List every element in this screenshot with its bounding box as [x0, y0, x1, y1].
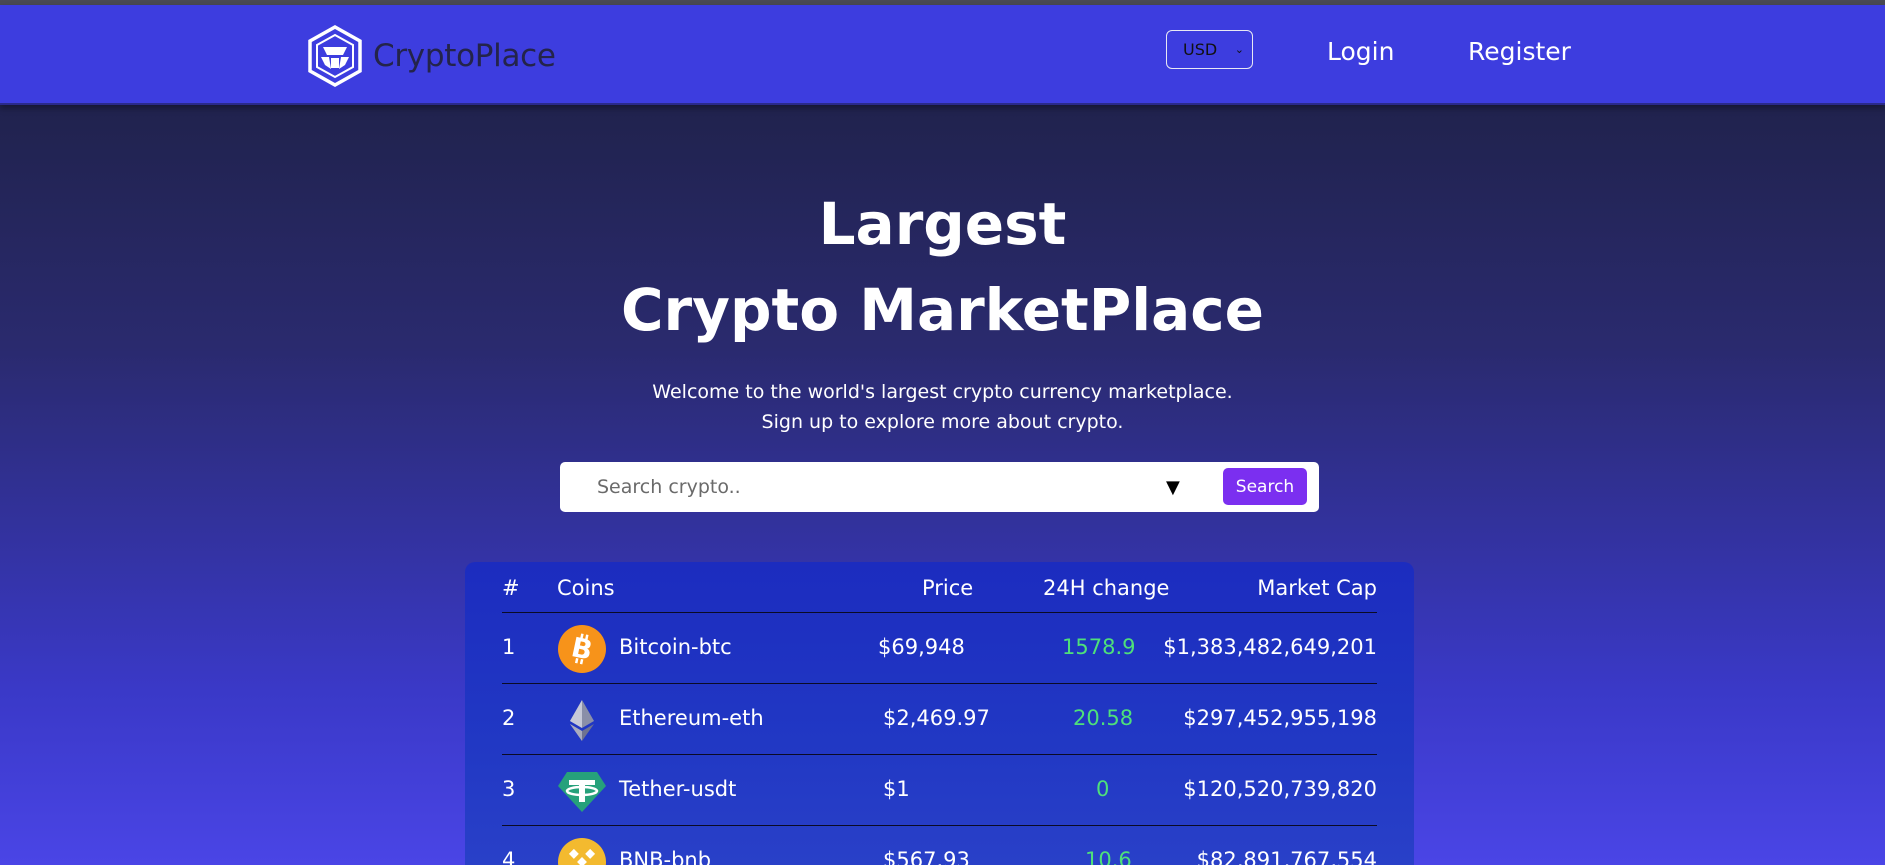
- header-market-cap: Market Cap: [1257, 576, 1377, 600]
- table-row[interactable]: 2 Ethereum-eth $2,469.97 20.58 $297,452,…: [502, 684, 1377, 755]
- currency-selected-value: USD: [1183, 40, 1218, 59]
- crypto-table: # Coins Price 24H change Market Cap 1 B …: [465, 562, 1414, 865]
- search-input[interactable]: [597, 474, 1117, 500]
- navbar: CryptoPlace USD ⌄ Login Register: [0, 5, 1885, 105]
- coin-price: $69,948: [878, 635, 965, 659]
- header-coins: Coins: [557, 576, 615, 600]
- login-link[interactable]: Login: [1327, 37, 1394, 66]
- table-row[interactable]: 3 Tether-usdt $1 0 $120,520,739,820: [502, 755, 1377, 826]
- coin-name: Bitcoin-btc: [619, 635, 732, 659]
- coin-change: 1578.9: [1062, 635, 1136, 659]
- hero-title-line1: Largest: [818, 190, 1067, 258]
- coin-market-cap: $1,383,482,649,201: [1163, 635, 1377, 659]
- ethereum-icon: [570, 700, 594, 741]
- chevron-down-icon: ⌄: [1234, 43, 1244, 56]
- search-form: ▼ Search: [560, 462, 1319, 512]
- tether-icon: [558, 772, 606, 812]
- row-rank: 1: [502, 635, 516, 659]
- table-header: # Coins Price 24H change Market Cap: [502, 562, 1377, 613]
- hero-subtitle-line2: Sign up to explore more about crypto.: [761, 411, 1124, 433]
- brand-name: CryptoPlace: [373, 38, 556, 74]
- bnb-icon: [558, 838, 606, 865]
- row-rank: 2: [502, 706, 516, 730]
- coin-market-cap: $297,452,955,198: [1183, 706, 1377, 730]
- hero-title-line2: Crypto MarketPlace: [620, 276, 1265, 344]
- coin-price: $1: [883, 777, 910, 801]
- coin-market-cap: $82,891,767,554: [1196, 848, 1377, 865]
- register-link[interactable]: Register: [1468, 37, 1571, 66]
- hero-subtitle-line1: Welcome to the world's largest crypto cu…: [652, 381, 1233, 403]
- row-rank: 4: [502, 848, 516, 865]
- coin-market-cap: $120,520,739,820: [1183, 777, 1377, 801]
- currency-select[interactable]: USD ⌄: [1166, 30, 1253, 69]
- row-rank: 3: [502, 777, 516, 801]
- coin-change: 20.58: [1073, 706, 1134, 730]
- coin-name: Tether-usdt: [619, 777, 737, 801]
- coin-price: $2,469.97: [883, 706, 990, 730]
- table-row[interactable]: 1 B Bitcoin-btc $69,948 1578.9 $1,383,48…: [502, 613, 1377, 684]
- brand-logo[interactable]: CryptoPlace: [307, 25, 556, 87]
- header-change: 24H change: [1043, 576, 1170, 600]
- coin-price: $567.93: [883, 848, 970, 865]
- coin-name: BNB-bnb: [619, 848, 712, 865]
- coin-change: 10.6: [1085, 848, 1132, 865]
- coin-change: 0: [1096, 777, 1110, 801]
- datalist-caret-icon[interactable]: ▼: [1166, 477, 1180, 498]
- header-rank: #: [502, 576, 520, 600]
- table-row[interactable]: 4 BNB-bnb $567.93 10.6 $82,891,767,554: [502, 826, 1377, 865]
- bitcoin-icon: B: [558, 625, 606, 673]
- search-button[interactable]: Search: [1223, 468, 1307, 505]
- coin-name: Ethereum-eth: [619, 706, 764, 730]
- header-price: Price: [922, 576, 974, 600]
- hexagon-lion-icon: [308, 25, 362, 87]
